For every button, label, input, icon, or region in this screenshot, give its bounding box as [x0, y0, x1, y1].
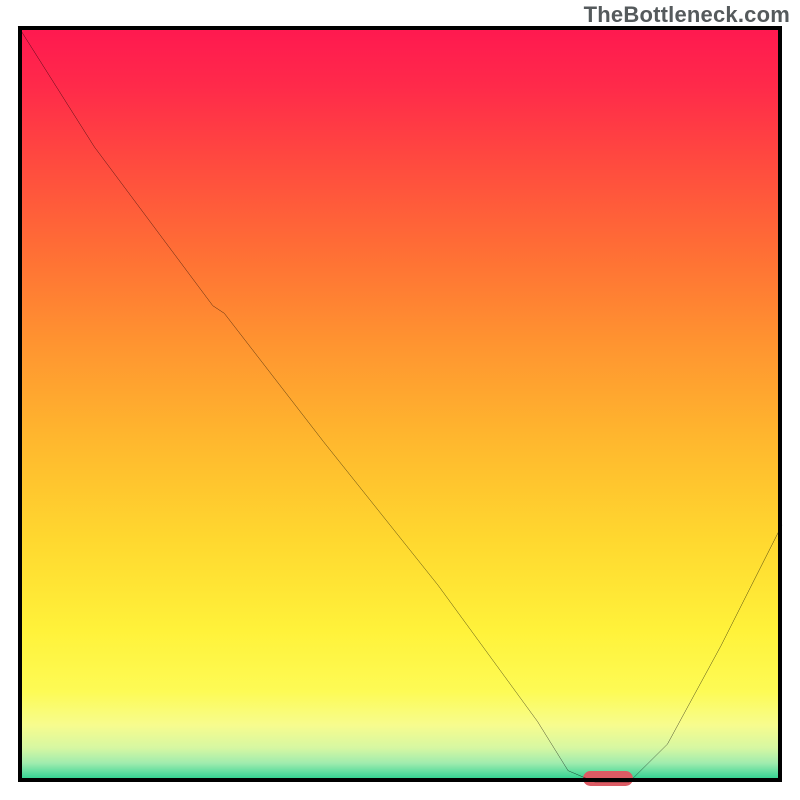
chart-container: TheBottleneck.com	[0, 0, 800, 800]
watermark-text: TheBottleneck.com	[584, 2, 790, 28]
background-gradient	[18, 26, 782, 782]
min-marker	[583, 771, 633, 786]
